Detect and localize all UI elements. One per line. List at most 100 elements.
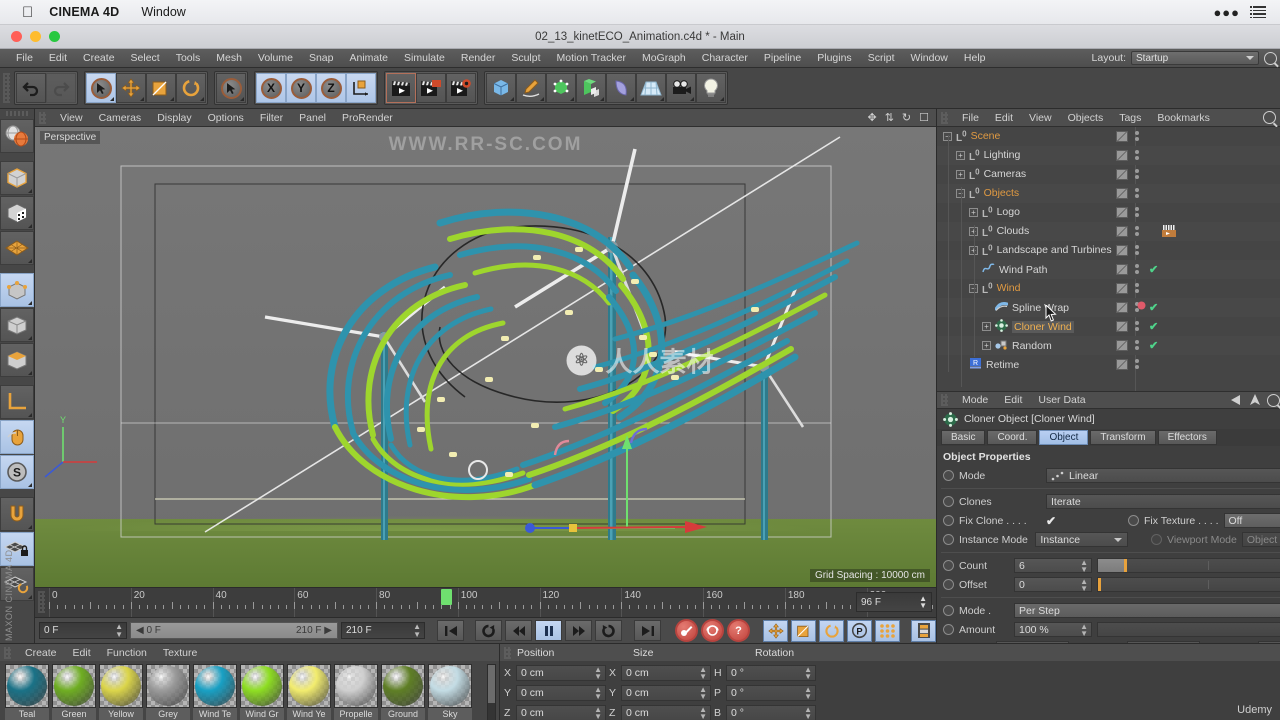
red-dot-icon[interactable] [1137, 301, 1146, 313]
lock-x-axis-button[interactable]: X [256, 73, 286, 103]
visibility-dots[interactable] [1135, 340, 1139, 350]
stepper-icon[interactable]: ▲▼ [594, 666, 602, 680]
layer-color-swatch[interactable] [1116, 283, 1128, 294]
object-name[interactable]: Lighting [984, 149, 1021, 161]
record-active-objects-button[interactable] [675, 619, 698, 642]
animate-dot[interactable] [943, 515, 954, 526]
preview-range-field[interactable]: ◀ 0 F 210 F ▶ [130, 622, 338, 639]
layer-color-swatch[interactable] [1116, 131, 1128, 142]
add-deformer-button[interactable] [606, 73, 636, 103]
position-y-field[interactable]: 0 cm ▲ ▼ [516, 685, 606, 701]
objects-menu-edit[interactable]: Edit [987, 112, 1021, 124]
stepper-icon[interactable]: ▲▼ [804, 686, 812, 700]
scale-tool[interactable] [146, 73, 176, 103]
visibility-dots[interactable] [1135, 169, 1139, 179]
visibility-check-icon[interactable]: ✔ [1149, 301, 1158, 314]
viewport-3d-scene[interactable]: Y Perspective Grid Spacing : 10000 cm WW… [35, 127, 936, 587]
object-name[interactable]: Random [1012, 340, 1052, 352]
animate-dot[interactable] [943, 560, 954, 571]
rotation-p-field[interactable]: 0 ° ▲ ▼ [726, 685, 816, 701]
mograph-tag-icon[interactable] [1162, 225, 1176, 240]
animate-dot[interactable] [943, 624, 954, 635]
add-cube-button[interactable] [486, 73, 516, 103]
material-preview[interactable] [52, 664, 96, 708]
size-x-field[interactable]: 0 cm ▲ ▼ [621, 665, 711, 681]
point-level-animation-toggle[interactable] [875, 620, 900, 642]
material-item[interactable]: Ground [381, 664, 425, 720]
material-preview[interactable] [5, 664, 49, 708]
amount-slider[interactable] [1097, 622, 1280, 637]
keyframe-selection-button[interactable]: ? [727, 619, 750, 642]
viewport-menu-options[interactable]: Options [200, 112, 252, 124]
object-name[interactable]: Objects [984, 187, 1020, 199]
layer-color-swatch[interactable] [1116, 302, 1128, 313]
position-x-field[interactable]: 0 cm ▲ ▼ [516, 665, 606, 681]
axis-modify-button[interactable] [0, 385, 34, 419]
viewport-menu-prorender[interactable]: ProRender [334, 112, 401, 124]
zoom-icon[interactable]: ⇅ [885, 111, 894, 124]
stepper-icon[interactable]: ▲▼ [115, 623, 123, 639]
layer-color-swatch[interactable] [1116, 245, 1128, 256]
object-mode-button[interactable] [0, 308, 34, 342]
object-row-wind[interactable]: −L0Wind [937, 279, 1280, 298]
material-preview[interactable] [428, 664, 472, 708]
visibility-dots[interactable] [1135, 359, 1139, 369]
mac-menu-window[interactable]: Window [141, 5, 185, 19]
objects-menu-bookmarks[interactable]: Bookmarks [1149, 112, 1218, 124]
list-icon[interactable] [1253, 6, 1266, 18]
object-name[interactable]: Logo [997, 206, 1020, 218]
toolbar-grip[interactable] [3, 73, 10, 103]
rotate-icon[interactable]: ↻ [902, 111, 911, 124]
layer-color-swatch[interactable] [1116, 226, 1128, 237]
model-mode-button[interactable] [0, 273, 34, 307]
texture-mode-button[interactable] [0, 343, 34, 377]
stepper-icon[interactable]: ▲▼ [699, 706, 707, 720]
render-region-button[interactable] [416, 73, 446, 103]
size-y-field[interactable]: 0 cm ▲ ▼ [621, 685, 711, 701]
material-menu-edit[interactable]: Edit [65, 647, 99, 659]
material-menu-create[interactable]: Create [17, 647, 65, 659]
position-z-field[interactable]: 0 cm ▲ ▼ [516, 705, 606, 720]
visibility-dots[interactable] [1135, 283, 1139, 293]
animate-dot[interactable] [1128, 515, 1139, 526]
viewport-menu-panel[interactable]: Panel [291, 112, 334, 124]
viewport-menu-view[interactable]: View [52, 112, 91, 124]
material-item[interactable]: Propelle [334, 664, 378, 720]
attributes-menu-mode[interactable]: Mode [954, 394, 996, 406]
object-row-objects[interactable]: −L0Objects [937, 184, 1280, 203]
visibility-check-icon[interactable]: ✔ [1149, 339, 1158, 352]
timeline-ruler[interactable]: 02040608010012014016018020096 F▲▼ [35, 587, 936, 617]
render-view-button[interactable] [386, 73, 416, 103]
objects-panel-grip[interactable] [941, 112, 948, 124]
timeline-track[interactable]: 02040608010012014016018020096 F▲▼ [49, 588, 932, 617]
object-row-clouds[interactable]: +L0Clouds [937, 222, 1280, 241]
menu-motion-tracker[interactable]: Motion Tracker [549, 49, 634, 68]
attributes-menu-user-data[interactable]: User Data [1030, 394, 1093, 406]
layout-select[interactable]: Startup [1131, 51, 1259, 65]
visibility-check-icon[interactable]: ✔ [1149, 263, 1158, 276]
material-preview[interactable] [99, 664, 143, 708]
material-preview[interactable] [287, 664, 331, 708]
layer-color-swatch[interactable] [1116, 188, 1128, 199]
layer-color-swatch[interactable] [1116, 207, 1128, 218]
timeline-mode-button[interactable] [911, 620, 936, 642]
menu-create[interactable]: Create [75, 49, 123, 68]
menu-mesh[interactable]: Mesh [208, 49, 250, 68]
polygon-mode-button[interactable] [0, 231, 34, 265]
apple-icon[interactable]:  [22, 5, 33, 20]
material-item[interactable]: Green [52, 664, 96, 720]
edge-mode-button[interactable] [0, 196, 34, 230]
material-preview[interactable] [193, 664, 237, 708]
material-scrollbar[interactable] [487, 664, 496, 720]
attributes-tab-coord-[interactable]: Coord. [987, 430, 1037, 445]
scale-key-toggle[interactable] [791, 620, 816, 642]
rotation-b-field[interactable]: 0 ° ▲ ▼ [726, 705, 816, 720]
objects-menu-view[interactable]: View [1021, 112, 1060, 124]
parameter-key-toggle[interactable]: P [847, 620, 872, 642]
viewport-menu-filter[interactable]: Filter [252, 112, 291, 124]
texture-axis-tool[interactable] [0, 119, 34, 153]
layer-color-swatch[interactable] [1116, 340, 1128, 351]
world-object-coordinate-button[interactable] [346, 73, 376, 103]
go-to-start-button[interactable] [437, 620, 464, 641]
count-slider[interactable] [1097, 558, 1280, 573]
